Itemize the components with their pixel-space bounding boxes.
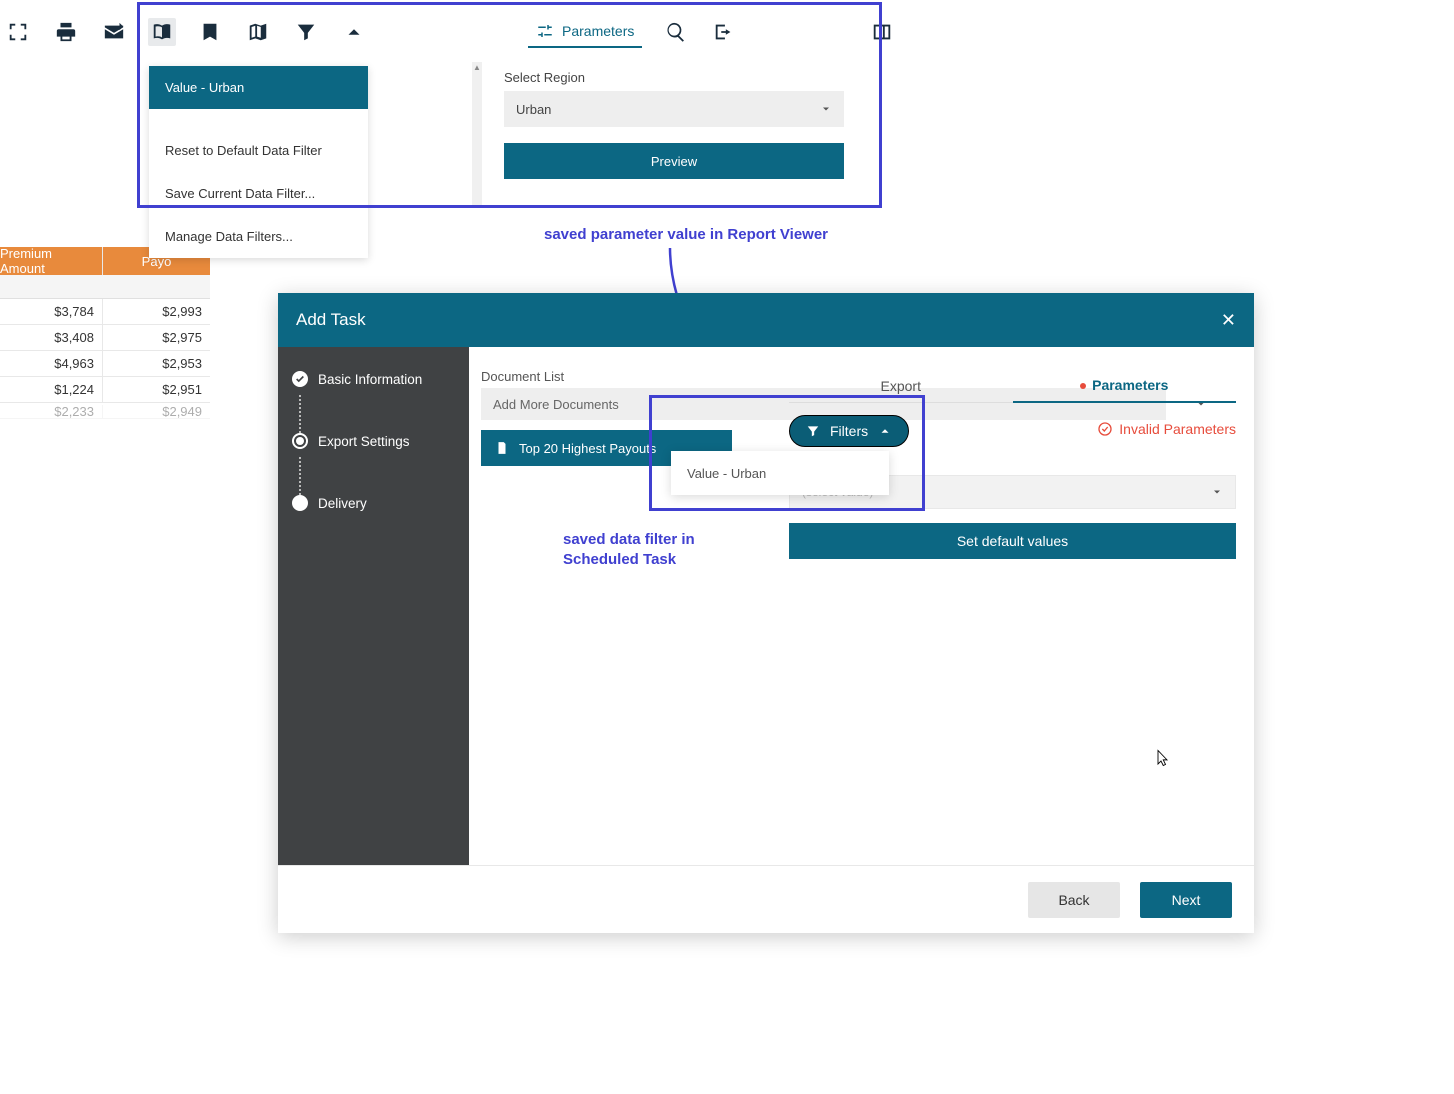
- report-viewer-toolbar: Parameters: [0, 8, 896, 56]
- col-header-premium: Premium Amount: [0, 247, 103, 275]
- annotation-text-top: saved parameter value in Report Viewer: [544, 226, 828, 243]
- map-icon[interactable]: [244, 18, 272, 46]
- tab-export[interactable]: Export: [789, 370, 1013, 403]
- filter-dropdown-option[interactable]: Value - Urban: [671, 451, 889, 495]
- wizard-step-label: Delivery: [318, 496, 367, 511]
- region-label: Select Region: [504, 70, 860, 85]
- filter-icon: [806, 424, 820, 438]
- annotation-text-task: saved data filter in Scheduled Task: [563, 530, 695, 569]
- data-filter-menu: Value - Urban Reset to Default Data Filt…: [149, 66, 368, 258]
- alert-circle-icon: [1097, 421, 1113, 437]
- search-icon[interactable]: [662, 18, 690, 46]
- report-table: Premium Amount Payo $3,784 $2,993 $3,408…: [0, 247, 210, 419]
- table-row: $4,963 $2,953: [0, 351, 210, 377]
- close-button[interactable]: ✕: [1221, 310, 1236, 331]
- table-row: $1,224 $2,951: [0, 377, 210, 403]
- chevron-down-icon: [1211, 486, 1223, 498]
- wizard-step-label: Basic Information: [318, 372, 422, 387]
- table-row: $2,233 $2,949: [0, 403, 210, 419]
- book-icon[interactable]: [148, 18, 176, 46]
- mail-icon[interactable]: [100, 18, 128, 46]
- panel-scrollbar[interactable]: ▲: [472, 62, 482, 206]
- filter-menu-save[interactable]: Save Current Data Filter...: [149, 172, 368, 215]
- table-row: $3,408 $2,975: [0, 325, 210, 351]
- tab-parameters[interactable]: Parameters: [1013, 369, 1237, 403]
- region-select-value: Urban: [516, 102, 551, 117]
- region-select[interactable]: Urban: [504, 91, 844, 127]
- export-parameters-tabs: Export Parameters: [789, 369, 1236, 403]
- chevron-down-icon: [820, 103, 832, 115]
- parameter-panel: Select Region Urban Preview: [484, 62, 860, 179]
- filter-icon[interactable]: [292, 18, 320, 46]
- step-node-pending-icon: [292, 495, 308, 511]
- add-task-dialog: Add Task ✕ Basic Information Export Sett…: [278, 293, 1254, 933]
- parameters-tab-label: Parameters: [562, 23, 634, 39]
- dialog-footer: Back Next: [278, 865, 1254, 933]
- chevron-up-icon: [878, 424, 892, 438]
- mouse-cursor-icon: [1155, 747, 1173, 769]
- dialog-header: Add Task ✕: [278, 293, 1254, 347]
- parameters-tab[interactable]: Parameters: [528, 16, 642, 48]
- invalid-parameters-badge: Invalid Parameters: [1097, 421, 1236, 437]
- step-node-current-icon: [292, 433, 308, 449]
- wizard-sidebar: Basic Information Export Settings Delive…: [278, 347, 469, 865]
- invalid-dot-icon: [1080, 383, 1086, 389]
- wizard-connector: [299, 395, 301, 433]
- bookmark-icon[interactable]: [196, 18, 224, 46]
- wizard-step-export[interactable]: Export Settings: [292, 433, 455, 449]
- set-default-values-button[interactable]: Set default values: [789, 523, 1236, 559]
- fullscreen-icon[interactable]: [4, 18, 32, 46]
- invalid-parameters-text: Invalid Parameters: [1119, 421, 1236, 437]
- table-subheader: [0, 275, 210, 299]
- document-item-label: Top 20 Highest Payouts: [519, 441, 656, 456]
- sliders-icon: [536, 22, 554, 40]
- wizard-connector: [299, 457, 301, 495]
- export-icon[interactable]: [710, 18, 738, 46]
- filter-menu-manage[interactable]: Manage Data Filters...: [149, 215, 368, 258]
- document-icon: [495, 441, 509, 455]
- wizard-step-delivery[interactable]: Delivery: [292, 495, 455, 511]
- filters-button[interactable]: Filters: [789, 415, 909, 447]
- chevron-up-icon[interactable]: [340, 18, 368, 46]
- wizard-step-basic[interactable]: Basic Information: [292, 371, 455, 387]
- filter-menu-reset[interactable]: Reset to Default Data Filter: [149, 129, 368, 172]
- preview-button[interactable]: Preview: [504, 143, 844, 179]
- tab-parameters-label: Parameters: [1092, 377, 1168, 393]
- table-row: $3,784 $2,993: [0, 299, 210, 325]
- dialog-title: Add Task: [296, 310, 366, 330]
- back-button[interactable]: Back: [1028, 882, 1120, 918]
- print-icon[interactable]: [52, 18, 80, 46]
- next-button[interactable]: Next: [1140, 882, 1232, 918]
- wizard-step-label: Export Settings: [318, 434, 410, 449]
- step-node-done-icon: [292, 371, 308, 387]
- side-panel-icon[interactable]: [868, 18, 896, 46]
- dialog-main: Document List Add More Documents Top 20 …: [469, 347, 1254, 865]
- filter-menu-item-selected[interactable]: Value - Urban: [149, 66, 368, 109]
- filters-label: Filters: [830, 423, 868, 439]
